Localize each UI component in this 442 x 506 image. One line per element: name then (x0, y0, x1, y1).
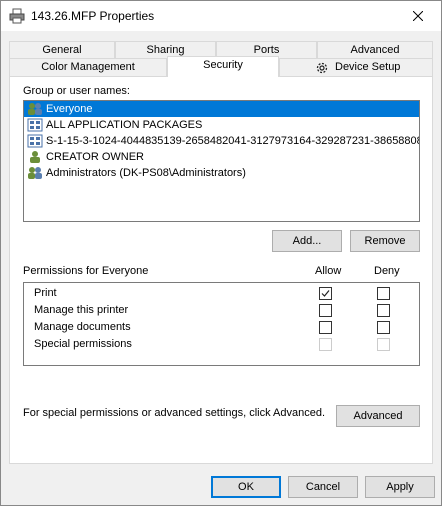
list-item[interactable]: ALL APPLICATION PACKAGES (24, 117, 419, 133)
permission-row-manage-printer: Manage this printer (24, 302, 419, 319)
list-item[interactable]: CREATOR OWNER (24, 149, 419, 165)
list-item-label: Everyone (46, 103, 93, 115)
users-listbox[interactable]: Everyone ALL APPLICATION PACKAGES S-1-15… (23, 100, 420, 222)
list-item-label: Administrators (DK-PS08\Administrators) (46, 167, 246, 179)
permission-name: Manage this printer (34, 304, 129, 316)
tab-row-front: Color Management Security Device Setup (9, 56, 433, 79)
close-button[interactable] (395, 1, 441, 31)
gear-icon (316, 62, 328, 74)
list-item[interactable]: Administrators (DK-PS08\Administrators) (24, 165, 419, 181)
tab-color-management[interactable]: Color Management (9, 58, 167, 76)
list-item-label: S-1-15-3-1024-4044835139-2658482041-3127… (46, 135, 420, 147)
add-button[interactable]: Add... (272, 230, 342, 252)
cancel-button[interactable]: Cancel (288, 476, 358, 498)
allow-column-header: Allow (315, 265, 342, 277)
apply-button[interactable]: Apply (365, 476, 435, 498)
tab-device-setup[interactable]: Device Setup (279, 58, 433, 76)
permissions-label: Permissions for Everyone (23, 265, 149, 277)
permission-name: Print (34, 287, 57, 299)
printer-icon (9, 8, 25, 24)
security-panel: Group or user names: Everyone ALL APPLIC… (9, 76, 433, 464)
list-item-label: CREATOR OWNER (46, 151, 144, 163)
tab-security[interactable]: Security (167, 56, 279, 77)
sid-icon (27, 134, 43, 148)
printer-properties-dialog: 143.26.MFP Properties General Sharing Po… (0, 0, 442, 506)
allow-checkbox-manage-printer[interactable] (319, 304, 332, 317)
checkmark-icon (321, 290, 330, 297)
deny-column-header: Deny (374, 265, 400, 277)
packages-icon (27, 118, 43, 132)
group-icon (28, 167, 42, 179)
advanced-note: For special permissions or advanced sett… (23, 407, 326, 419)
list-item[interactable]: Everyone (24, 101, 419, 117)
close-icon (413, 11, 423, 21)
list-item[interactable]: S-1-15-3-1024-4044835139-2658482041-3127… (24, 133, 419, 149)
deny-checkbox-manage-printer[interactable] (377, 304, 390, 317)
advanced-button[interactable]: Advanced (336, 405, 420, 427)
allow-checkbox-special (319, 338, 332, 351)
tab-general[interactable]: General (9, 41, 115, 59)
deny-checkbox-print[interactable] (377, 287, 390, 300)
permissions-list: Print Manage this printer Manage documen… (23, 282, 420, 366)
permission-name: Manage documents (34, 321, 131, 333)
allow-checkbox-manage-documents[interactable] (319, 321, 332, 334)
deny-checkbox-special (377, 338, 390, 351)
tab-device-setup-label: Device Setup (335, 61, 401, 73)
permission-row-print: Print (24, 285, 419, 302)
group-icon (28, 103, 42, 115)
permission-name: Special permissions (34, 338, 132, 350)
tab-advanced[interactable]: Advanced (317, 41, 433, 59)
window-title: 143.26.MFP Properties (31, 9, 155, 23)
allow-checkbox-print[interactable] (319, 287, 332, 300)
remove-button[interactable]: Remove (350, 230, 420, 252)
list-item-label: ALL APPLICATION PACKAGES (46, 119, 203, 131)
user-icon (30, 151, 40, 163)
group-users-label: Group or user names: (23, 85, 130, 97)
permission-row-manage-documents: Manage documents (24, 319, 419, 336)
ok-button[interactable]: OK (211, 476, 281, 498)
deny-checkbox-manage-documents[interactable] (377, 321, 390, 334)
permission-row-special: Special permissions (24, 336, 419, 353)
title-bar: 143.26.MFP Properties (1, 1, 441, 31)
